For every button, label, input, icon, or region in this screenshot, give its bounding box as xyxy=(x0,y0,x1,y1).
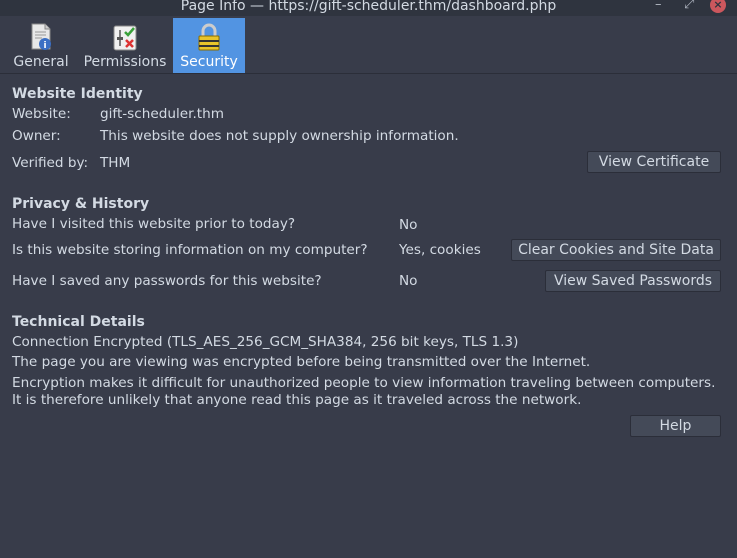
owner-value: This website does not supply ownership i… xyxy=(100,128,459,144)
tab-security[interactable]: Security xyxy=(173,18,245,73)
owner-label: Owner: xyxy=(12,128,61,144)
storing-question: Is this website storing information on m… xyxy=(12,242,368,258)
window-title: Page Info — https://gift-scheduler.thm/d… xyxy=(180,0,557,14)
security-panel: Website Identity Website: gift-scheduler… xyxy=(0,74,737,558)
tab-general[interactable]: i General xyxy=(10,18,72,73)
encryption-explanation-text: Encryption makes it difficult for unauth… xyxy=(12,375,716,408)
technical-details-heading: Technical Details xyxy=(12,314,145,330)
clear-cookies-button[interactable]: Clear Cookies and Site Data xyxy=(511,239,721,261)
website-label: Website: xyxy=(12,106,71,122)
view-saved-passwords-button[interactable]: View Saved Passwords xyxy=(545,270,721,292)
storing-answer: Yes, cookies xyxy=(399,242,481,258)
visited-answer: No xyxy=(399,217,418,233)
encrypted-transmission-text: The page you are viewing was encrypted b… xyxy=(12,354,591,370)
verified-by-value: THM xyxy=(100,155,131,171)
padlock-icon xyxy=(198,23,220,51)
tab-security-label: Security xyxy=(180,54,238,70)
view-certificate-button[interactable]: View Certificate xyxy=(587,151,721,173)
tab-permissions[interactable]: Permissions xyxy=(82,18,168,73)
maximize-icon[interactable]: ⤢ xyxy=(684,0,694,12)
minimize-icon[interactable]: – xyxy=(655,0,662,12)
website-value: gift-scheduler.thm xyxy=(100,106,224,122)
tab-general-label: General xyxy=(13,54,69,70)
title-bar: Page Info — https://gift-scheduler.thm/d… xyxy=(0,0,737,16)
passwords-answer: No xyxy=(399,273,418,289)
tab-permissions-label: Permissions xyxy=(83,54,167,70)
connection-encrypted-text: Connection Encrypted (TLS_AES_256_GCM_SH… xyxy=(12,334,519,350)
visited-question: Have I visited this website prior to tod… xyxy=(12,216,296,232)
permissions-icon xyxy=(113,25,137,51)
page-info-icon: i xyxy=(31,23,51,51)
verified-by-label: Verified by: xyxy=(12,155,89,171)
privacy-history-heading: Privacy & History xyxy=(12,196,150,212)
website-identity-heading: Website Identity xyxy=(12,86,143,102)
tab-toolbar: i General Permissions Security xyxy=(0,16,737,74)
passwords-question: Have I saved any passwords for this webs… xyxy=(12,273,322,289)
svg-text:i: i xyxy=(43,41,46,51)
help-button[interactable]: Help xyxy=(630,415,721,437)
